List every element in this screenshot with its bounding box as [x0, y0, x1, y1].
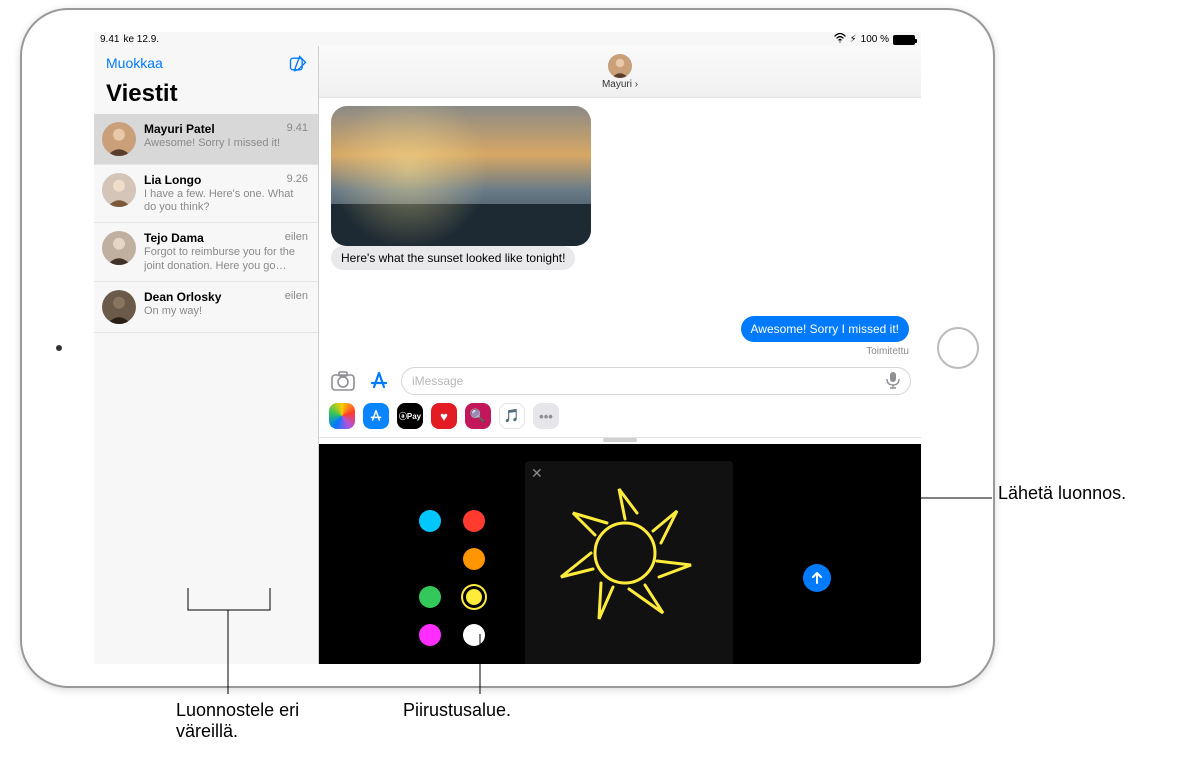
status-date: ke 12.9.: [123, 34, 159, 45]
avatar: [608, 54, 632, 78]
chat-contact-name: Mayuri ›: [602, 79, 638, 90]
color-palette: [419, 510, 485, 646]
conv-preview: Awesome! Sorry I missed it!: [144, 137, 308, 150]
message-input[interactable]: iMessage: [401, 367, 911, 395]
app-strip: ⓐPay ♥ 🔍 🎵 •••: [319, 399, 921, 438]
music-app-icon[interactable]: 🎵: [499, 403, 525, 429]
images-app-icon[interactable]: 🔍: [465, 403, 491, 429]
color-red[interactable]: [463, 510, 485, 532]
camera-icon[interactable]: [329, 367, 357, 395]
home-button[interactable]: [937, 327, 979, 369]
callout-send: Lähetä luonnos.: [998, 483, 1126, 504]
compose-icon[interactable]: [288, 54, 306, 72]
digital-touch-panel: ✕: [319, 444, 921, 664]
incoming-message: Here's what the sunset looked like tonig…: [331, 246, 575, 270]
conversation-row[interactable]: Tejo Dama eilen Forgot to reimburse you f…: [94, 223, 318, 281]
image-message[interactable]: [331, 106, 591, 246]
outgoing-message: Awesome! Sorry I missed it!: [741, 316, 910, 342]
sidebar-title: Viestit: [94, 80, 318, 114]
conv-preview: On my way!: [144, 305, 308, 318]
more-apps-icon[interactable]: •••: [533, 403, 559, 429]
avatar: [102, 290, 136, 324]
conv-time: eilen: [285, 231, 308, 245]
callout-canvas: Piirustusalue.: [403, 700, 511, 721]
conv-time: eilen: [285, 290, 308, 304]
chat-pane: Mayuri › Here's what the sunset looked l…: [319, 46, 921, 664]
conversations-sidebar: Muokkaa Viestit Mayuri Patel 9.41 Awesome…: [94, 46, 319, 664]
battery-percent: 100 %: [861, 34, 889, 45]
wifi-icon: [834, 33, 846, 46]
color-orange[interactable]: [463, 548, 485, 570]
color-green[interactable]: [419, 586, 441, 608]
appstore-app-icon[interactable]: [363, 403, 389, 429]
status-time: 9.41: [100, 34, 119, 45]
color-cyan[interactable]: [419, 510, 441, 532]
color-magenta[interactable]: [419, 624, 441, 646]
conversation-row[interactable]: Mayuri Patel 9.41 Awesome! Sorry I missed…: [94, 114, 318, 165]
conversation-row[interactable]: Dean Orlosky eilen On my way!: [94, 282, 318, 333]
color-white[interactable]: [463, 624, 485, 646]
chat-header[interactable]: Mayuri ›: [319, 46, 921, 98]
send-sketch-button[interactable]: [803, 564, 831, 592]
microphone-icon[interactable]: [886, 371, 900, 392]
avatar: [102, 173, 136, 207]
conversation-row[interactable]: Lia Longo 9.26 I have a few. Here's one. …: [94, 165, 318, 223]
photos-app-icon[interactable]: [329, 403, 355, 429]
avatar: [102, 231, 136, 265]
avatar: [102, 122, 136, 156]
message-placeholder: iMessage: [412, 374, 463, 388]
conv-name: Dean Orlosky: [144, 290, 221, 304]
conv-preview: I have a few. Here's one. What do you th…: [144, 188, 308, 214]
sketch-canvas[interactable]: ✕: [525, 461, 733, 664]
conv-name: Lia Longo: [144, 173, 201, 187]
delivered-label: Toimitettu: [866, 346, 909, 357]
close-icon[interactable]: ✕: [531, 465, 543, 482]
edit-button[interactable]: Muokkaa: [106, 55, 163, 71]
color-yellow-selected[interactable]: [463, 586, 485, 608]
conv-name: Tejo Dama: [144, 231, 204, 245]
digitaltouch-app-icon[interactable]: ♥: [431, 403, 457, 429]
charging-icon: ⚡︎: [850, 34, 857, 45]
conv-time: 9.41: [287, 122, 308, 136]
drawer-handle[interactable]: [603, 438, 637, 442]
callout-colors: Luonnostele eri väreillä.: [176, 700, 316, 742]
status-bar: 9.41 ke 12.9. ⚡︎ 100 %: [94, 32, 921, 46]
conv-preview: Forgot to reimburse you for the joint do…: [144, 246, 308, 272]
conv-name: Mayuri Patel: [144, 122, 215, 136]
battery-icon: [893, 35, 915, 45]
appstore-icon[interactable]: [365, 367, 393, 395]
applepay-app-icon[interactable]: ⓐPay: [397, 403, 423, 429]
conv-time: 9.26: [287, 173, 308, 187]
device-camera: [56, 345, 62, 351]
